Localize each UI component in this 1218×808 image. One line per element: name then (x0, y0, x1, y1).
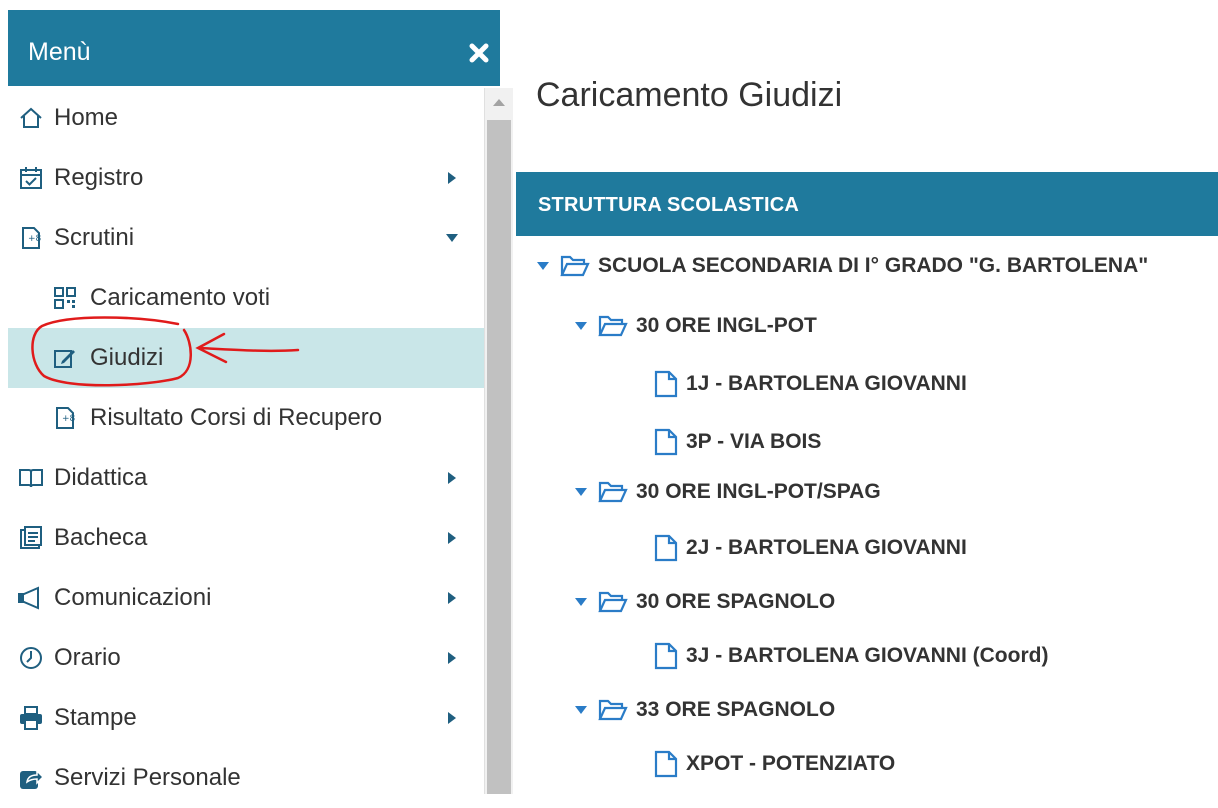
close-icon[interactable] (468, 42, 490, 64)
tree-node-root[interactable]: SCUOLA SECONDARIA DI I° GRADO "G. BARTOL… (536, 238, 1148, 294)
tree-node-class[interactable]: 1J - BARTOLENA GIOVANNI (654, 356, 967, 412)
tree-node-label: 30 ORE INGL-POT/SPAG (636, 480, 881, 503)
scrollbar-thumb[interactable] (487, 120, 511, 794)
tree-node-group[interactable]: 33 ORE SPAGNOLO (574, 682, 835, 738)
caret-right-icon (448, 592, 456, 604)
tree-node-label: 3J - BARTOLENA GIOVANNI (Coord) (686, 644, 1049, 667)
megaphone-icon (18, 586, 39, 610)
school-structure-tree: SCUOLA SECONDARIA DI I° GRADO "G. BARTOL… (516, 236, 1218, 794)
caret-right-icon (448, 712, 456, 724)
caret-down-icon (537, 262, 549, 270)
menu-item-label: Scrutini (54, 224, 135, 251)
caret-down-icon (575, 598, 587, 606)
menu-item-label: Bacheca (54, 524, 148, 551)
caret-up-icon (493, 99, 505, 106)
home-icon (20, 107, 42, 128)
menu-item-orario[interactable]: Orario (8, 628, 484, 688)
tree-node-label: 1J - BARTOLENA GIOVANNI (686, 372, 967, 395)
scroll-up-arrow[interactable] (485, 88, 513, 116)
tree-node-label: 30 ORE INGL-POT (636, 314, 817, 337)
folder-open-icon (598, 591, 628, 613)
menu-item-home[interactable]: Home (8, 88, 484, 148)
tree-node-label: 2J - BARTOLENA GIOVANNI (686, 536, 967, 559)
file-icon (654, 534, 678, 562)
menu-list: Home Registro +8 Scrutini Caricamento vo… (8, 88, 484, 808)
caret-down-icon (575, 488, 587, 496)
file-icon (654, 370, 678, 398)
file-icon (654, 428, 678, 456)
tree-node-label: SCUOLA SECONDARIA DI I° GRADO "G. BARTOL… (598, 254, 1149, 277)
sidebar-menu: Menù Home Registro +8 Scrutini Caricamen… (0, 0, 513, 794)
page-title: Caricamento Giudizi (536, 76, 843, 114)
calendar-check-icon (20, 167, 42, 189)
menu-item-label: Comunicazioni (54, 584, 212, 611)
tree-node-class[interactable]: 2J - BARTOLENA GIOVANNI (654, 520, 967, 576)
menu-item-didattica[interactable]: Didattica (8, 448, 484, 508)
printer-icon (20, 706, 42, 730)
bulletin-board-icon (20, 526, 42, 549)
folder-open-icon (598, 481, 628, 503)
menu-item-label: Caricamento voti (90, 284, 271, 311)
file-icon (654, 750, 678, 778)
recupero-icon: +8 (56, 407, 76, 429)
svg-text:+8: +8 (62, 414, 76, 424)
tree-node-class[interactable]: 3J - BARTOLENA GIOVANNI (Coord) (654, 628, 1048, 684)
folder-open-icon (598, 315, 628, 337)
menu-item-giudizi[interactable]: Giudizi (8, 328, 484, 388)
tree-node-label: 3P - VIA BOIS (686, 430, 822, 453)
tree-node-label: 33 ORE SPAGNOLO (636, 698, 836, 721)
edit-icon (54, 350, 75, 368)
menu-item-caricamento-voti[interactable]: Caricamento voti (8, 268, 484, 328)
tree-node-label: XPOT - POTENZIATO (686, 752, 896, 775)
qr-code-icon (54, 287, 76, 309)
scrutini-icon: +8 (22, 227, 42, 249)
menu-item-scrutini[interactable]: +8 Scrutini (8, 208, 484, 268)
menu-item-stampe[interactable]: Stampe (8, 688, 484, 748)
tree-node-class[interactable]: XPOT - POTENZIATO (654, 736, 895, 792)
menu-item-servizi-personale[interactable]: Servizi Personale (8, 748, 484, 808)
structure-panel-header: STRUTTURA SCOLASTICA (516, 172, 1218, 236)
menu-header: Menù (8, 10, 500, 86)
tree-node-class[interactable]: 3P - VIA BOIS (654, 414, 821, 470)
menu-item-comunicazioni[interactable]: Comunicazioni (8, 568, 484, 628)
menu-item-registro[interactable]: Registro (8, 148, 484, 208)
tree-node-group[interactable]: 30 ORE INGL-POT/SPAG (574, 464, 881, 520)
tree-node-group[interactable]: 30 ORE INGL-POT (574, 298, 817, 354)
menu-item-label: Risultato Corsi di Recupero (90, 404, 383, 431)
tree-node-label: 30 ORE SPAGNOLO (636, 590, 836, 613)
menu-item-label: Servizi Personale (54, 764, 241, 791)
menu-item-label: Stampe (54, 704, 137, 731)
caret-right-icon (448, 172, 456, 184)
panel-title: STRUTTURA SCOLASTICA (538, 194, 800, 216)
caret-right-icon (448, 532, 456, 544)
file-icon (654, 642, 678, 670)
caret-right-icon (448, 652, 456, 664)
menu-title: Menù (28, 38, 91, 66)
menu-item-label: Giudizi (90, 344, 164, 371)
caret-down-icon (575, 322, 587, 330)
book-icon (19, 469, 43, 488)
caret-right-icon (448, 472, 456, 484)
folder-open-icon (598, 699, 628, 721)
menu-item-bacheca[interactable]: Bacheca (8, 508, 484, 568)
sidebar-scrollbar[interactable] (484, 88, 513, 794)
caret-down-icon (446, 234, 458, 242)
folder-open-icon (560, 255, 590, 277)
menu-item-label: Orario (54, 644, 121, 671)
menu-item-label: Didattica (54, 464, 148, 491)
svg-text:+8: +8 (28, 234, 42, 244)
share-icon (20, 769, 44, 789)
clock-icon (20, 647, 42, 669)
menu-item-label: Home (54, 104, 119, 131)
caret-down-icon (575, 706, 587, 714)
menu-item-label: Registro (54, 164, 144, 191)
menu-item-risultato-corsi[interactable]: +8 Risultato Corsi di Recupero (8, 388, 484, 448)
tree-node-group[interactable]: 30 ORE SPAGNOLO (574, 574, 835, 630)
